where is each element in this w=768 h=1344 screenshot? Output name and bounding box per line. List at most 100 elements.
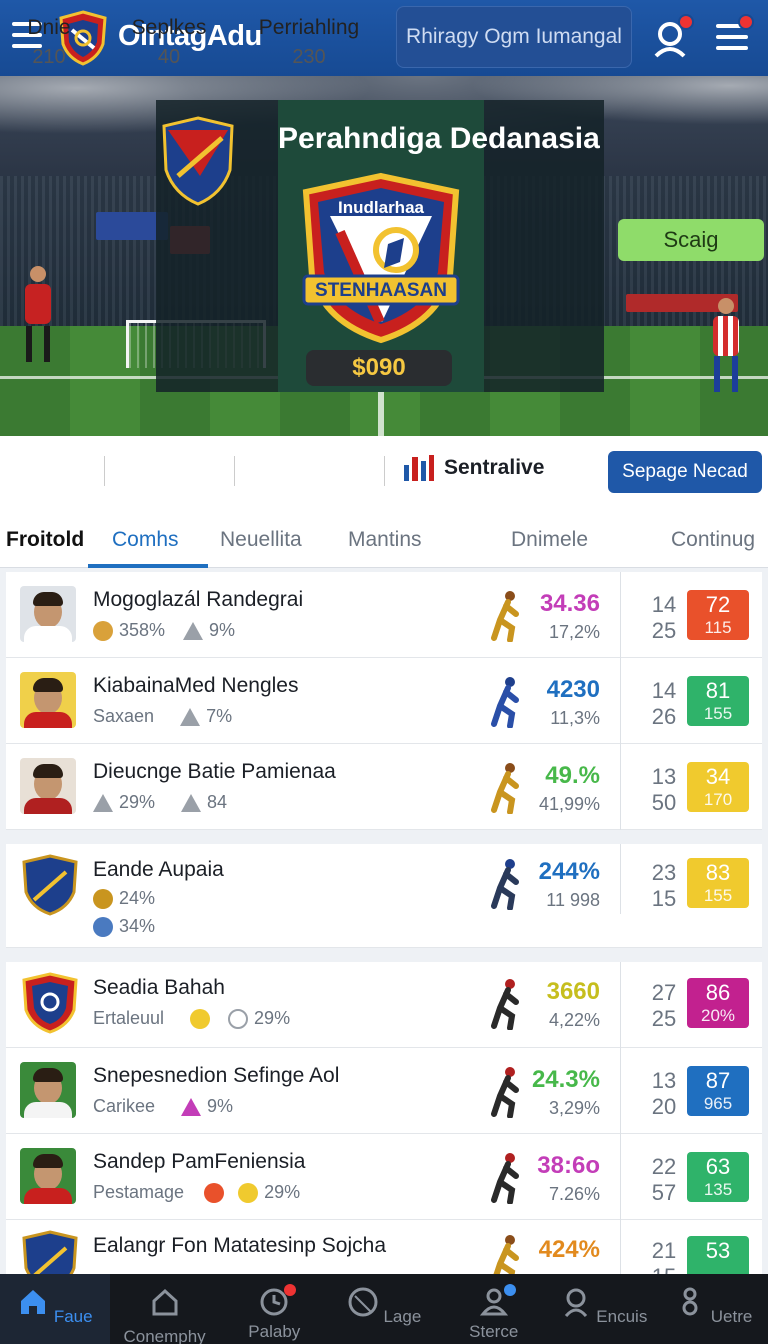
score-top: 22 — [651, 1154, 677, 1179]
list-item[interactable]: Snepesnedion Sefinge Aol Carikee 9% 24.3%… — [6, 1048, 762, 1134]
player-name: Dieucnge Batie Pamienaa — [93, 760, 336, 783]
stat-percent-secondary: 4,22% — [548, 1010, 600, 1030]
active-tab-indicator — [88, 564, 208, 568]
score-top: 23 — [651, 860, 677, 885]
page-button[interactable]: Sepage Necad — [608, 451, 762, 493]
divider — [620, 962, 621, 1048]
divider — [620, 844, 621, 914]
divider — [620, 1048, 621, 1134]
nav-item-uetre[interactable]: Uetre — [658, 1274, 768, 1344]
runner-icon — [491, 763, 519, 814]
nav-item-conemphy[interactable]: Conemphy — [110, 1274, 220, 1344]
player-sub: 358% 9% — [93, 620, 235, 641]
tab-mantins[interactable]: Mantins — [348, 528, 422, 552]
stat-percent: 244% — [538, 858, 600, 885]
list-item[interactable]: Mogoglazál Randegrai 358% 9% 34.36 17,2% … — [6, 572, 762, 658]
runner-icon — [493, 1235, 519, 1274]
divider — [620, 572, 621, 658]
card-gap — [6, 830, 762, 844]
tab-continug[interactable]: Continug — [671, 528, 755, 552]
tab-dnimele[interactable]: Dnimele — [511, 528, 588, 552]
stat-percent: 3660 — [546, 978, 600, 1005]
trend-icon — [181, 793, 202, 812]
player-figure — [698, 298, 758, 408]
trend-icon — [93, 793, 113, 812]
player-avatar — [20, 758, 76, 814]
player-avatar — [20, 1062, 76, 1118]
divider — [104, 456, 105, 486]
stat-label: Perriahling — [258, 16, 360, 39]
person-icon — [478, 1284, 516, 1318]
list-item[interactable]: Seadia Bahah Ertaleuul 29% 3660 4,22% 27 … — [6, 962, 762, 1048]
player-figure — [10, 266, 70, 396]
nav-label: Conemphy — [123, 1327, 206, 1344]
list-item[interactable]: KiabainaMed Nengles Saxaen 7% 4230 11,3% … — [6, 658, 762, 744]
stat-percent: 34.36 — [539, 590, 600, 617]
score-bottom: 15 — [651, 886, 677, 911]
rating-badge[interactable]: 86 20% — [687, 978, 749, 1028]
runner-icon — [491, 1153, 519, 1204]
player-sub: Pestamage 29% — [93, 1182, 301, 1203]
more-vertical-icon — [682, 1287, 698, 1316]
runner-icon — [491, 1067, 519, 1118]
stat-percent-secondary: 3,29% — [548, 1098, 600, 1118]
nav-item-sterce[interactable]: Sterce — [439, 1274, 549, 1344]
stat-percent: 424% — [538, 1236, 600, 1263]
tab-comhs[interactable]: Comhs — [112, 528, 179, 552]
live-indicator[interactable]: Sentralive — [404, 455, 544, 481]
nav-label: Palaby — [248, 1322, 301, 1341]
divider — [620, 1134, 621, 1220]
player-name: Seadia Bahah — [93, 976, 225, 999]
club-crest-icon — [162, 116, 234, 206]
score-top: 21 — [651, 1238, 677, 1263]
rating-badge[interactable]: 81 155 — [687, 676, 749, 726]
crest-top-text: Inudlarhaa — [338, 198, 424, 217]
rating-badge[interactable]: 34 170 — [687, 762, 749, 812]
nav-label: Sterce — [469, 1322, 519, 1341]
house-icon — [152, 1288, 178, 1316]
runner-icon — [491, 859, 519, 910]
list-item[interactable]: Sandep PamFeniensia Pestamage 29% 38:6o 7… — [6, 1134, 762, 1220]
rating-badge[interactable]: 63 135 — [687, 1152, 749, 1202]
tab-neuellita[interactable]: Neuellita — [220, 528, 302, 552]
score-bottom: 20 — [651, 1094, 677, 1119]
player-sub: 29% 84 — [93, 792, 227, 813]
stat-percent: 49.% — [545, 762, 600, 789]
list-item[interactable]: Eande Aupaia 24% 34% 244% 11 998 23 15 8… — [6, 844, 762, 948]
score-top: 13 — [651, 1068, 677, 1093]
hero-title: Perahndiga Dedanasia — [278, 122, 600, 155]
list-item[interactable]: Dieucnge Batie Pamienaa 29% 84 49.% 41,99… — [6, 744, 762, 830]
team-crest-icon — [22, 854, 78, 916]
hero-banner[interactable]: Perahndiga Dedanasia Inudlarhaa STENHAAS… — [0, 76, 768, 436]
list-item[interactable]: Ealangr Fon Matatesinp Sojcha 424% 21 15… — [6, 1220, 762, 1274]
stat-item: Dnie 210 — [14, 16, 84, 69]
player-name: Sandep PamFeniensia — [93, 1150, 306, 1173]
stat-percent-secondary: 41,99% — [538, 794, 600, 814]
score-bottom: 25 — [651, 1006, 677, 1031]
player-name: KiabainaMed Nengles — [93, 674, 299, 697]
stat-percent-secondary: 7.26% — [548, 1184, 600, 1204]
nav-label: Lage — [383, 1307, 422, 1326]
score-bottom: 26 — [651, 704, 677, 729]
cta-button[interactable]: Scaig — [618, 219, 764, 261]
tab-froitold[interactable]: Froitold — [6, 528, 84, 552]
nav-item-encuis[interactable]: Encuis — [549, 1274, 659, 1344]
nav-item-faue[interactable]: Faue — [0, 1274, 110, 1344]
stat-percent-secondary: 11,3% — [550, 708, 600, 728]
nav-item-palaby[interactable]: Palaby — [219, 1274, 329, 1344]
swirl-icon — [228, 1008, 249, 1029]
trend-icon — [183, 621, 204, 640]
rating-badge[interactable]: 87 965 — [687, 1066, 749, 1116]
search-field[interactable]: Rhiragy Ogm Iumangal — [396, 6, 632, 68]
rating-badge[interactable]: 83 155 — [687, 858, 749, 908]
stat-percent-secondary: 11 998 — [546, 890, 600, 910]
player-sub: Saxaen 7% — [93, 706, 233, 726]
rating-badge[interactable]: 72 115 — [687, 590, 749, 640]
rating-badge[interactable]: 53 — [687, 1236, 749, 1274]
live-label: Sentralive — [444, 456, 545, 479]
score-top: 13 — [651, 764, 677, 789]
player-name: Mogoglazál Randegrai — [93, 588, 304, 611]
score-bottom: 25 — [651, 618, 677, 643]
nav-item-lage[interactable]: Lage — [329, 1274, 439, 1344]
stat-item: Perriahling 230 — [250, 16, 368, 69]
